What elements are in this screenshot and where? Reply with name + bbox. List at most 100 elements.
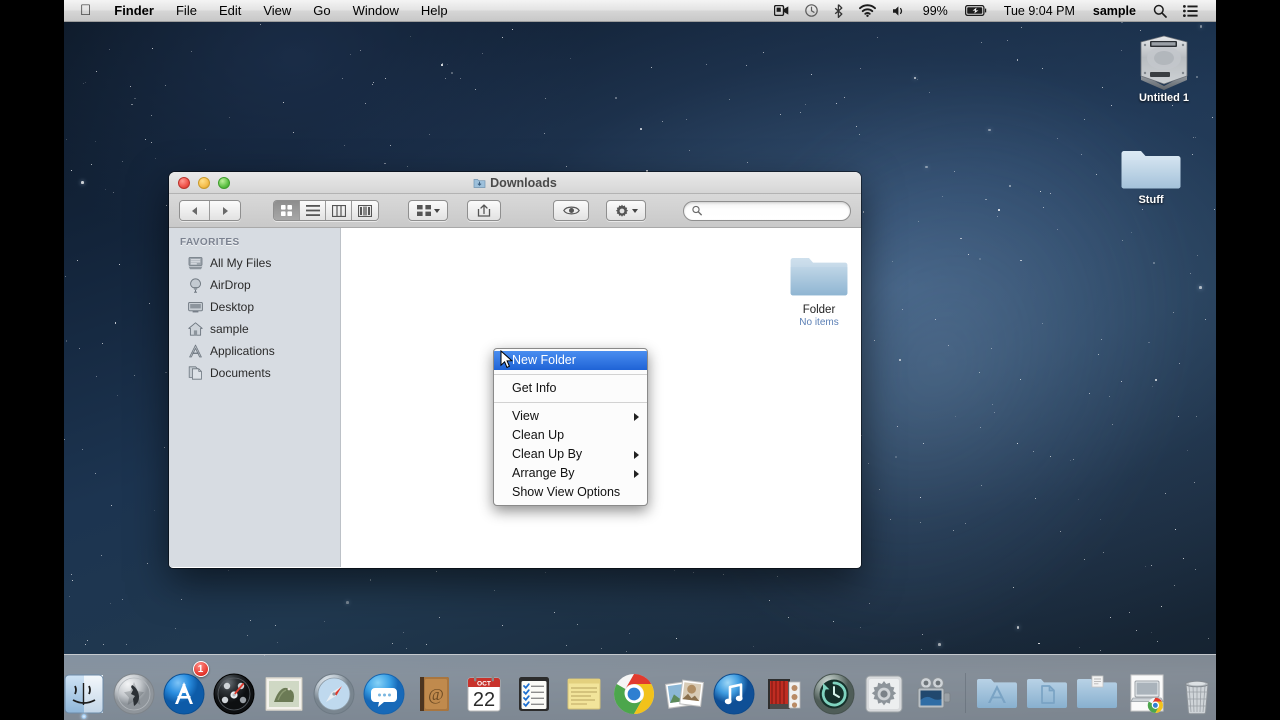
dock-item-mail[interactable] — [260, 664, 308, 716]
submenu-arrow-icon — [634, 412, 639, 421]
file-item-meta: No items — [799, 317, 839, 328]
menu-item-go[interactable]: Go — [302, 0, 341, 21]
context-menu-item-view[interactable]: View — [494, 407, 647, 426]
finder-icon — [62, 672, 106, 716]
search-field[interactable] — [683, 200, 851, 221]
menu-item-file[interactable]: File — [165, 0, 208, 21]
dock-item-iphoto[interactable] — [660, 664, 708, 716]
context-menu-item-label: Arrange By — [512, 466, 575, 480]
dock-item-messages[interactable] — [360, 664, 408, 716]
system-preferences-icon — [862, 672, 906, 716]
context-menu-item-show-view-options[interactable]: Show View Options — [494, 483, 647, 502]
battery-icon[interactable] — [957, 5, 995, 16]
video-camera-icon[interactable] — [766, 5, 797, 16]
sidebar-item-label: sample — [210, 322, 249, 336]
dock-item-google-chrome[interactable] — [610, 664, 658, 716]
dock[interactable]: 1 @ OCT 22 — [64, 654, 1216, 720]
dock-item-launchpad[interactable] — [110, 664, 158, 716]
window-title-bar[interactable]: Downloads — [169, 172, 861, 194]
menu-bar[interactable]:  Finder File Edit View Go Window Help — [64, 0, 1216, 22]
sidebar-item-desktop[interactable]: Desktop — [169, 296, 340, 318]
dock-item-calendar[interactable]: OCT 22 — [460, 664, 508, 716]
sidebar-item-all-my-files[interactable]: All My Files — [169, 252, 340, 274]
finder-sidebar[interactable]: FAVORITES All My Files AirDrop Desktop s… — [169, 228, 341, 567]
back-arrow-icon[interactable] — [180, 201, 210, 220]
search-icon[interactable] — [1145, 4, 1175, 18]
file-item-folder[interactable]: Folder No items — [765, 242, 861, 328]
contacts-icon: @ — [412, 672, 456, 716]
sidebar-item-documents[interactable]: Documents — [169, 362, 340, 384]
dock-item-reminders[interactable] — [510, 664, 558, 716]
menu-item-finder[interactable]: Finder — [103, 0, 165, 21]
search-input[interactable] — [705, 204, 842, 217]
dock-item-trash[interactable] — [1173, 664, 1221, 716]
desktop-icon-label: Untitled 1 — [1138, 92, 1190, 104]
action-menu-button[interactable] — [606, 200, 646, 221]
file-item-name: Folder — [802, 304, 836, 316]
wifi-icon[interactable] — [851, 4, 884, 17]
quick-look-button[interactable] — [553, 200, 589, 221]
share-button[interactable] — [467, 200, 501, 221]
list-view-icon[interactable] — [300, 201, 326, 220]
arrange-icon — [416, 205, 431, 216]
launchpad-icon — [112, 672, 156, 716]
speaker-icon[interactable] — [884, 5, 914, 17]
sidebar-item-sample[interactable]: sample — [169, 318, 340, 340]
bluetooth-icon[interactable] — [826, 3, 851, 18]
dock-stack-applications[interactable] — [973, 664, 1021, 716]
list-icon[interactable] — [1175, 4, 1206, 17]
menu-item-edit[interactable]: Edit — [208, 0, 252, 21]
desktop-icon — [187, 299, 203, 315]
context-menu-item-clean-up-by[interactable]: Clean Up By — [494, 445, 647, 464]
sidebar-item-label: All My Files — [210, 256, 272, 270]
dock-item-contacts[interactable]: @ — [410, 664, 458, 716]
context-menu-item-label: Clean Up — [512, 428, 565, 442]
arrange-button[interactable] — [408, 200, 448, 221]
dock-item-safari[interactable] — [310, 664, 358, 716]
context-menu-item-clean-up[interactable]: Clean Up — [494, 426, 647, 445]
context-menu[interactable]: New Folder Get Info View Clean Up Clean … — [493, 348, 648, 506]
menu-item-help[interactable]: Help — [410, 0, 459, 21]
hard-drive-icon — [1116, 28, 1212, 90]
sidebar-item-airdrop[interactable]: AirDrop — [169, 274, 340, 296]
context-menu-item-new-folder[interactable]: New Folder — [494, 351, 647, 370]
dock-item-finder[interactable] — [60, 664, 108, 719]
imovie-icon — [762, 672, 806, 716]
dock-item-time-machine[interactable] — [810, 664, 858, 716]
dock-stack-documents[interactable] — [1023, 664, 1071, 716]
context-menu-item-get-info[interactable]: Get Info — [494, 379, 647, 398]
dock-item-itunes[interactable] — [710, 664, 758, 716]
notes-icon — [562, 672, 606, 716]
desktop-icon-untitled-1[interactable]: Untitled 1 — [1116, 28, 1212, 104]
sidebar-section-favorites: FAVORITES — [180, 237, 240, 248]
dock-item-system-preferences[interactable] — [860, 664, 908, 716]
dock-item-imovie[interactable] — [760, 664, 808, 716]
menu-item-view[interactable]: View — [252, 0, 302, 21]
dock-item-app-store[interactable]: 1 — [160, 661, 209, 716]
coverflow-view-icon[interactable] — [352, 201, 378, 220]
menu-item-window[interactable]: Window — [342, 0, 410, 21]
menubar-username[interactable]: sample — [1084, 4, 1145, 18]
dock-item-notes[interactable] — [560, 664, 608, 716]
context-menu-item-arrange-by[interactable]: Arrange By — [494, 464, 647, 483]
dock-stack-recent-downloads[interactable] — [1123, 664, 1171, 716]
dock-item-dashboard[interactable] — [210, 664, 258, 716]
safari-icon — [312, 672, 356, 716]
documents-icon — [187, 365, 203, 381]
sidebar-item-applications[interactable]: Applications — [169, 340, 340, 362]
menu-bar-left:  Finder File Edit View Go Window Help — [64, 0, 459, 21]
sidebar-item-label: Documents — [210, 366, 271, 380]
dock-item-quicktime-player[interactable] — [910, 664, 958, 716]
iphoto-icon — [662, 672, 706, 716]
menubar-clock[interactable]: Tue 9:04 PM — [995, 4, 1084, 18]
finder-toolbar[interactable] — [169, 194, 861, 228]
column-view-icon[interactable] — [326, 201, 352, 220]
forward-arrow-icon[interactable] — [210, 201, 240, 220]
documents-stack-icon — [1025, 672, 1069, 716]
desktop-icon-stuff[interactable]: Stuff — [1103, 130, 1199, 206]
window-title-text: Downloads — [490, 175, 557, 190]
clock-icon[interactable] — [797, 4, 826, 17]
apple-logo-icon[interactable]:  — [64, 1, 103, 20]
icon-view-icon[interactable] — [274, 201, 300, 220]
dock-stack-downloads[interactable] — [1073, 664, 1121, 716]
